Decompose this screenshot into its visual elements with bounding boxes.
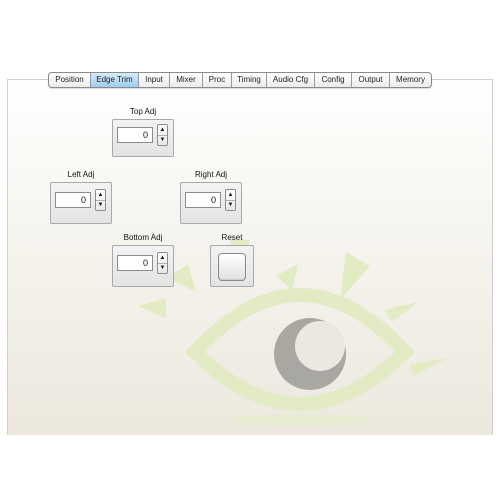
tab-bar: Position Edge Trim Input Mixer Proc Timi… xyxy=(48,72,432,88)
left-adj-box: 0 ▲ ▼ xyxy=(50,182,112,224)
tab-position[interactable]: Position xyxy=(49,73,90,87)
reset-group: Reset xyxy=(210,233,254,287)
stepper-down-icon[interactable]: ▼ xyxy=(158,135,167,145)
tab-edge-trim[interactable]: Edge Trim xyxy=(90,73,138,87)
left-adj-input[interactable]: 0 xyxy=(55,192,91,208)
bottom-adj-box: 0 ▲ ▼ xyxy=(112,245,174,287)
top-adj-box: 0 ▲ ▼ xyxy=(112,119,174,157)
stepper-down-icon[interactable]: ▼ xyxy=(96,200,105,210)
reset-label: Reset xyxy=(221,233,243,242)
tab-memory[interactable]: Memory xyxy=(389,73,431,87)
tab-input[interactable]: Input xyxy=(138,73,169,87)
tab-mixer[interactable]: Mixer xyxy=(169,73,202,87)
tab-audio-cfg[interactable]: Audio Cfg xyxy=(266,73,314,87)
tab-timing[interactable]: Timing xyxy=(231,73,266,87)
bottom-adj-stepper[interactable]: ▲ ▼ xyxy=(157,252,168,274)
left-adj-group: Left Adj 0 ▲ ▼ xyxy=(50,170,112,224)
reset-button[interactable] xyxy=(218,253,246,281)
left-adj-label: Left Adj xyxy=(67,170,95,179)
reset-box xyxy=(210,245,254,287)
top-adj-input[interactable]: 0 xyxy=(117,127,153,143)
right-adj-input[interactable]: 0 xyxy=(185,192,221,208)
top-adj-group: Top Adj 0 ▲ ▼ xyxy=(112,107,174,157)
stepper-down-icon[interactable]: ▼ xyxy=(226,200,235,210)
bottom-adj-group: Bottom Adj 0 ▲ ▼ xyxy=(112,233,174,287)
right-adj-group: Right Adj 0 ▲ ▼ xyxy=(180,170,242,224)
right-adj-stepper[interactable]: ▲ ▼ xyxy=(225,189,236,211)
top-adj-label: Top Adj xyxy=(129,107,157,116)
right-adj-label: Right Adj xyxy=(194,170,228,179)
top-adj-stepper[interactable]: ▲ ▼ xyxy=(157,124,168,146)
left-adj-stepper[interactable]: ▲ ▼ xyxy=(95,189,106,211)
right-adj-box: 0 ▲ ▼ xyxy=(180,182,242,224)
tab-config[interactable]: Config xyxy=(314,73,351,87)
bottom-adj-label: Bottom Adj xyxy=(123,233,163,242)
bottom-adj-input[interactable]: 0 xyxy=(117,255,153,271)
tab-output[interactable]: Output xyxy=(351,73,389,87)
stepper-down-icon[interactable]: ▼ xyxy=(158,263,167,273)
tab-proc[interactable]: Proc xyxy=(202,73,231,87)
